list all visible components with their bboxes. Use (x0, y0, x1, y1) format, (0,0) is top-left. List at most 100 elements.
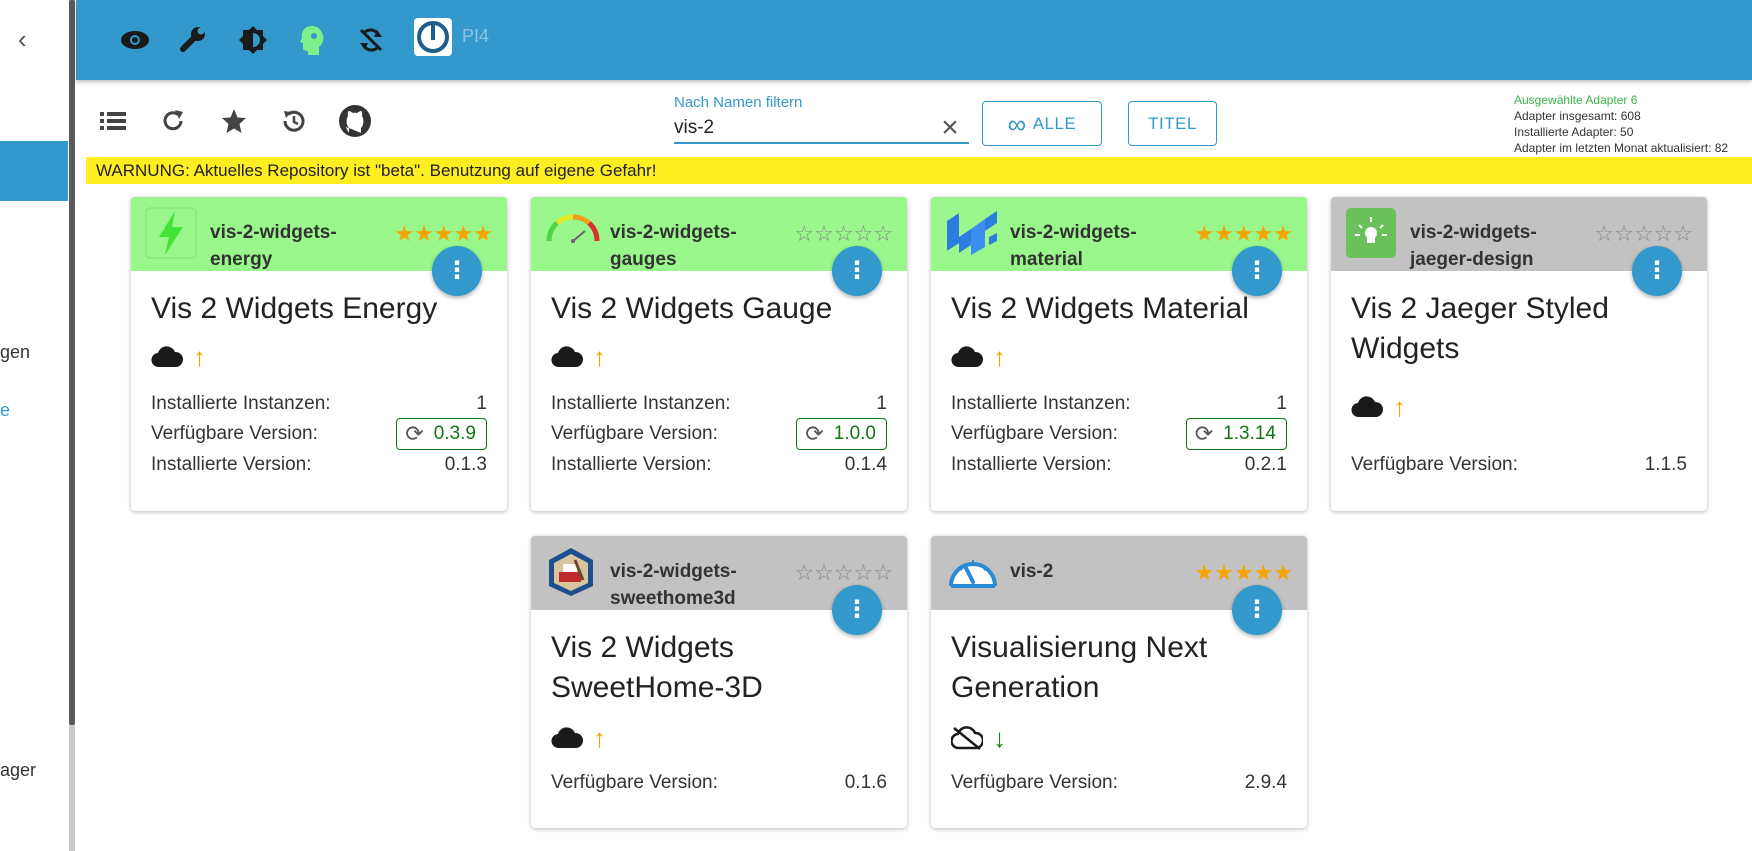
rating-stars[interactable]: ★★★★★ (1194, 221, 1293, 247)
lamp-icon (1345, 207, 1397, 259)
rating-stars[interactable]: ☆☆☆☆☆ (1594, 221, 1693, 247)
toolbar: Nach Namen filtern × ∞ ALLE TITEL Ausgew… (84, 90, 1752, 156)
sidebar-item-label-fragment[interactable]: e (0, 400, 10, 421)
row-label: Installierte Version: (551, 454, 712, 475)
arrow-up-icon: ↑ (1393, 392, 1406, 422)
all-button[interactable]: ∞ ALLE (982, 101, 1102, 146)
adapter-title: Vis 2 Jaeger Styled Widgets (1351, 292, 1609, 365)
row-value: 0.2.1 (1244, 454, 1287, 475)
refresh-icon: ⟳ (405, 421, 424, 446)
sidebar-active-item[interactable] (0, 141, 68, 201)
installed-version-row: Installierte Version: 0.2.1 (951, 451, 1287, 479)
row-label: Verfügbare Version: (551, 772, 718, 793)
cloud-icon (151, 346, 183, 368)
refresh-icon: ⟳ (805, 421, 824, 446)
adapter-card: vis-2 ★★★★★ ⋮ Visualisierung Next Genera… (931, 536, 1307, 828)
installed-adapters: Installierte Adapter: 50 (1514, 125, 1634, 139)
row-value: 2.9.4 (1244, 772, 1287, 793)
sidebar-scrollbar-thumb[interactable] (69, 0, 75, 725)
more-vertical-icon: ⋮ (1245, 596, 1269, 623)
installed-version-row: Installierte Version: 0.1.4 (551, 451, 887, 479)
row-label: Installierte Instanzen: (551, 393, 731, 414)
infinity-icon: ∞ (1007, 108, 1027, 139)
title-button[interactable]: TITEL (1128, 101, 1217, 146)
installed-instances-row: Installierte Instanzen: 1 (151, 390, 487, 418)
host-label: PI4 (462, 26, 490, 46)
adapter-title: Vis 2 Widgets Gauge (551, 292, 833, 325)
app-bar: PI4 (76, 0, 1752, 80)
update-button[interactable]: ⟳ 0.3.9 (396, 418, 487, 450)
adapter-name: vis-2-widgets-material (1010, 222, 1137, 270)
iobroker-logo[interactable] (414, 18, 452, 56)
sidebar-item-label-fragment[interactable]: gen (0, 342, 30, 363)
adapter-title: Vis 2 Widgets SweetHome-3D (551, 631, 763, 704)
rating-stars[interactable]: ☆☆☆☆☆ (794, 221, 893, 247)
more-vertical-icon: ⋮ (445, 257, 469, 284)
selected-adapters: Ausgewählte Adapter 6 (1514, 93, 1638, 107)
row-label: Installierte Instanzen: (151, 393, 331, 414)
wrench-icon[interactable] (178, 24, 210, 56)
installed-version-row: Installierte Version: 0.1.3 (151, 451, 487, 479)
row-value: 1 (876, 393, 887, 414)
adapter-title: Vis 2 Widgets Material (951, 292, 1249, 325)
version-value: 1.3.14 (1223, 423, 1276, 444)
available-version-row: Verfügbare Version: 1.1.5 (1351, 451, 1687, 479)
row-value: 1 (1276, 393, 1287, 414)
update-button[interactable]: ⟳ 1.3.14 (1185, 418, 1287, 450)
rating-stars[interactable]: ☆☆☆☆☆ (794, 560, 893, 586)
arrow-up-icon: ↑ (593, 342, 606, 372)
eye-icon[interactable] (119, 24, 151, 56)
expert-mode-icon[interactable] (296, 24, 328, 56)
theme-icon[interactable] (237, 24, 269, 56)
available-version-row: Verfügbare Version: ⟳ 0.3.9 (151, 418, 487, 450)
repository-warning: WARNUNG: Aktuelles Repository ist "beta"… (86, 157, 1752, 184)
adapter-stats: Ausgewählte Adapter 6 Adapter insgesamt:… (1514, 92, 1728, 156)
rating-stars[interactable]: ★★★★★ (1194, 560, 1293, 586)
available-version-row: Verfügbare Version: ⟳ 1.3.14 (951, 418, 1287, 450)
sidebar-item-label-fragment[interactable]: ager (0, 760, 36, 781)
cloud-off-icon (951, 726, 983, 750)
more-vertical-icon: ⋮ (845, 596, 869, 623)
more-vertical-icon: ⋮ (1645, 257, 1669, 284)
update-button[interactable]: ⟳ 1.0.0 (796, 418, 887, 450)
row-value: 1.1.5 (1644, 454, 1687, 475)
available-version-row: Verfügbare Version: ⟳ 1.0.0 (551, 418, 887, 450)
filter-label: Nach Namen filtern (674, 94, 803, 111)
total-adapters: Adapter insgesamt: 608 (1514, 109, 1641, 123)
rating-stars[interactable]: ★★★★★ (394, 221, 493, 247)
adapter-name: vis-2-widgets-sweethome3d (610, 561, 737, 609)
more-vertical-icon: ⋮ (845, 257, 869, 284)
history-icon[interactable] (277, 104, 311, 138)
clear-filter-icon[interactable]: × (936, 113, 964, 143)
cloud-icon (551, 346, 583, 368)
list-view-icon[interactable] (96, 104, 130, 138)
row-label: Installierte Version: (951, 454, 1112, 475)
row-value: 0.1.3 (444, 454, 487, 475)
refresh-icon: ⟳ (1194, 421, 1214, 446)
row-value: 1 (476, 393, 487, 414)
star-filter-icon[interactable] (217, 104, 251, 138)
refresh-icon[interactable] (156, 104, 190, 138)
sidebar: ‹ gen e ager (0, 0, 68, 851)
cloud-icon (1351, 396, 1383, 418)
installed-instances-row: Installierte Instanzen: 1 (951, 390, 1287, 418)
adapter-name: vis-2-widgets-energy (210, 222, 337, 270)
adapter-name: vis-2-widgets-gauges (610, 222, 737, 270)
sync-off-icon[interactable] (355, 24, 387, 56)
updated-adapters: Adapter im letzten Monat aktualisiert: 8… (1514, 141, 1729, 155)
adapter-title: Vis 2 Widgets Energy (151, 292, 438, 325)
github-icon[interactable] (338, 104, 372, 138)
installed-instances-row: Installierte Instanzen: 1 (551, 390, 887, 418)
speedometer-icon (945, 546, 997, 598)
cloud-icon (551, 727, 583, 749)
adapter-card: vis-2-widgets-gauges ☆☆☆☆☆ ⋮ Vis 2 Widge… (531, 197, 907, 511)
arrow-up-icon: ↑ (193, 342, 206, 372)
more-vertical-icon: ⋮ (1245, 257, 1269, 284)
arrow-up-icon: ↑ (993, 342, 1006, 372)
collapse-sidebar-icon[interactable]: ‹ (18, 26, 38, 52)
adapter-card: vis-2-widgets-sweethome3d ☆☆☆☆☆ ⋮ Vis 2 … (531, 536, 907, 828)
filter-input[interactable] (674, 114, 969, 144)
row-label: Verfügbare Version: (951, 423, 1118, 444)
sweethome-icon (545, 546, 597, 598)
version-value: 1.0.0 (833, 423, 876, 444)
